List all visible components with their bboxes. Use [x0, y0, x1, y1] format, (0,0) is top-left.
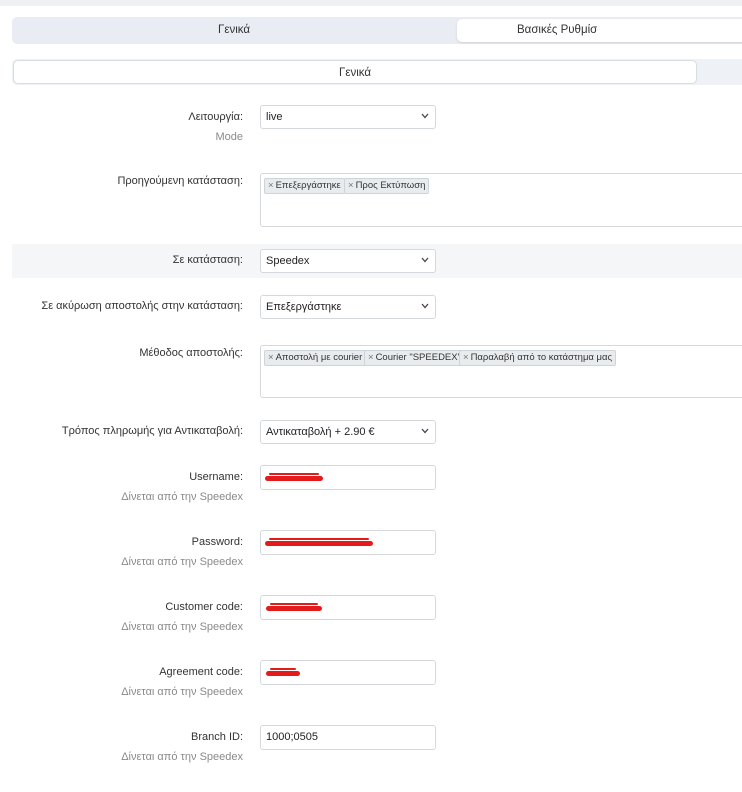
- subtab-general[interactable]: Γενικά: [13, 60, 697, 84]
- password-label: Password:: [191, 536, 243, 548]
- customer-code-input[interactable]: [260, 595, 436, 620]
- redaction-scribble: [266, 668, 300, 676]
- cancel-status-label: Σε ακύρωση αποστολής στην κατάσταση:: [41, 300, 243, 312]
- to-status-select-value: Speedex: [266, 255, 310, 267]
- username-input[interactable]: [260, 465, 436, 490]
- chevron-down-icon: [419, 421, 431, 443]
- tag-label: Courier "SPEEDEX": [375, 352, 461, 363]
- chevron-down-icon: [419, 296, 431, 318]
- top-strip: [0, 0, 742, 6]
- branch-id-help: Δίνεται από την Speedex: [121, 751, 243, 763]
- tag-item: × Courier "SPEEDEX": [364, 350, 465, 366]
- branch-id-input[interactable]: 1000;0505: [260, 725, 436, 750]
- to-status-select[interactable]: Speedex: [260, 249, 436, 273]
- redaction-scribble: [266, 603, 322, 611]
- tag-item: × Προς Εκτύπωση: [344, 178, 430, 194]
- agreement-code-help: Δίνεται από την Speedex: [121, 686, 243, 698]
- chevron-down-icon: [419, 106, 431, 128]
- branch-id-value: 1000;0505: [266, 731, 318, 743]
- tab-basic-settings[interactable]: Βασικές Ρυθμίσ: [457, 19, 742, 42]
- customer-code-help: Δίνεται από την Speedex: [121, 621, 243, 633]
- password-input[interactable]: [260, 530, 436, 555]
- close-icon[interactable]: ×: [463, 352, 469, 363]
- to-status-label: Σε κατάσταση:: [172, 254, 243, 266]
- agreement-code-label: Agreement code:: [159, 666, 243, 678]
- tag-label: Παραλαβή από το κατάστημα μας: [470, 352, 613, 363]
- agreement-code-input[interactable]: [260, 660, 436, 685]
- tag-label: Προς Εκτύπωση: [355, 180, 426, 191]
- mode-label: Λειτουργία:: [188, 111, 243, 123]
- tag-item: × Επεξεργάστηκε: [264, 178, 345, 194]
- tag-label: Επεξεργάστηκε: [275, 180, 341, 191]
- customer-code-label: Customer code:: [165, 601, 243, 613]
- main-tabs: Γενικά Βασικές Ρυθμίσ: [12, 17, 742, 44]
- close-icon[interactable]: ×: [268, 352, 274, 363]
- tab-general[interactable]: Γενικά: [12, 19, 456, 42]
- username-help: Δίνεται από την Speedex: [121, 491, 243, 503]
- shipping-method-multiselect[interactable]: × Αποστολή με courier × Courier "SPEEDEX" …: [260, 345, 742, 398]
- tag-label: Αποστολή με courier: [275, 352, 363, 363]
- password-help: Δίνεται από την Speedex: [121, 556, 243, 568]
- close-icon[interactable]: ×: [368, 352, 374, 363]
- cod-payment-select-value: Αντικαταβολή + 2.90 €: [266, 426, 375, 438]
- username-label: Username:: [189, 471, 243, 483]
- shipping-method-label: Μέθοδος αποστολής:: [139, 347, 243, 359]
- redaction-scribble: [265, 538, 373, 546]
- previous-status-multiselect[interactable]: × Επεξεργάστηκε × Προς Εκτύπωση: [260, 173, 742, 227]
- cancel-status-select[interactable]: Επεξεργάστηκε: [260, 295, 436, 319]
- chevron-down-icon: [419, 250, 431, 272]
- redaction-scribble: [265, 473, 323, 481]
- mode-select[interactable]: live: [260, 105, 436, 129]
- cod-payment-select[interactable]: Αντικαταβολή + 2.90 €: [260, 420, 436, 444]
- mode-select-value: live: [266, 111, 283, 123]
- tag-item: × Αποστολή με courier: [264, 350, 367, 366]
- cod-payment-label: Τρόπος πληρωμής για Αντικαταβολή:: [61, 425, 243, 437]
- mode-help: Mode: [215, 131, 243, 143]
- close-icon[interactable]: ×: [348, 180, 354, 191]
- sub-tabs: Γενικά: [12, 59, 742, 85]
- tag-item: × Παραλαβή από το κατάστημα μας: [459, 350, 617, 366]
- cancel-status-select-value: Επεξεργάστηκε: [266, 301, 342, 313]
- close-icon[interactable]: ×: [268, 180, 274, 191]
- branch-id-label: Branch ID:: [191, 731, 243, 743]
- previous-status-label: Προηγούμενη κατάσταση:: [117, 175, 243, 187]
